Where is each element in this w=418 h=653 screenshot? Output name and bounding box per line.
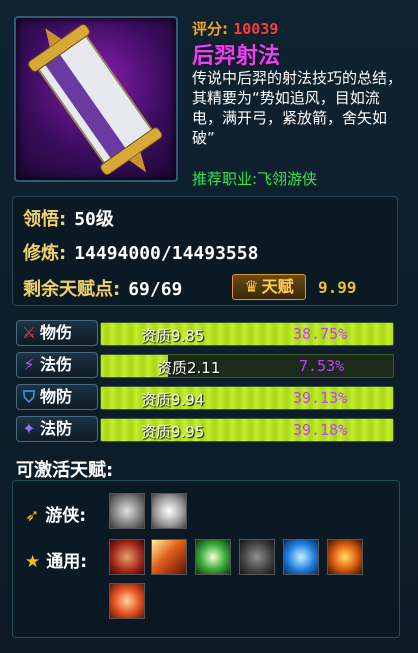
talent-skill-general-1-icon[interactable] (109, 539, 145, 575)
crown-icon: ♛ (244, 277, 259, 296)
attribute-quality: 资质9.85 (141, 327, 205, 345)
score-value: 10039 (233, 20, 279, 38)
cultivation-label: 修炼: (23, 243, 67, 264)
attribute-label: ⚔ 物伤 (16, 320, 98, 346)
talent-score: 9.99 (318, 278, 357, 297)
skill-icon-frame (14, 16, 178, 182)
comprehension-value: 50级 (74, 209, 114, 230)
talent-skill-general-2-icon[interactable] (151, 539, 187, 575)
attribute-percent: 39.13% (293, 389, 348, 407)
magic-shield-icon: ✦ (22, 419, 36, 438)
attribute-bar: 资质9.94 39.13% (100, 386, 394, 410)
star-icon: ★ (25, 552, 41, 572)
score-label: 评分: (192, 20, 228, 38)
attribute-percent: 39.18% (293, 421, 348, 439)
activatable-talents-box: ➶ 游侠: ★ 通用: (12, 480, 400, 638)
shield-icon: ⛉ (22, 387, 35, 406)
magic-wand-icon: ⚡ (23, 355, 35, 374)
talent-button-label: 天赋 (261, 277, 294, 296)
comprehension-row: 领悟: 50级 (23, 205, 114, 231)
talent-skill-general-3-icon[interactable] (195, 539, 231, 575)
talent-skill-general-7-icon[interactable] (109, 583, 145, 619)
attribute-percent: 38.75% (293, 325, 348, 343)
skill-description: 传说中后羿的射法技巧的总结，其精要为“势如追风，目如流电，满开弓，紧放箭，舍矢如… (192, 69, 403, 147)
talent-button[interactable]: ♛ 天赋 (232, 274, 306, 300)
attribute-row-physical-attack: ⚔ 物伤 资质9.85 38.75% (12, 320, 396, 346)
talent-skill-general-6-icon[interactable] (327, 539, 363, 575)
item-score: 评分: 10039 (192, 18, 278, 39)
general-category: ★ 通用: (25, 552, 88, 572)
attribute-label: ⚡ 法伤 (16, 352, 98, 378)
scroll-icon (28, 24, 163, 176)
talent-points-row: 剩余天赋点: 69/69 (23, 275, 182, 301)
attribute-quality: 资质9.94 (141, 391, 205, 409)
recommended-class: 推荐职业:飞翎游侠 (192, 170, 318, 188)
attribute-label: ⛉ 物防 (16, 384, 98, 410)
attribute-percent: 7.53% (299, 357, 345, 375)
attribute-row-physical-defense: ⛉ 物防 资质9.94 39.13% (12, 384, 396, 410)
attribute-bar: 资质9.85 38.75% (100, 322, 394, 346)
attribute-bar: 资质2.11 7.53% (100, 354, 394, 378)
attribute-row-magic-defense: ✦ 法防 资质9.95 39.18% (12, 416, 396, 442)
talent-skill-general-4-icon[interactable] (239, 539, 275, 575)
bow-icon: ➶ (25, 506, 40, 526)
talent-points-label: 剩余天赋点: (23, 279, 121, 300)
comprehension-label: 领悟: (23, 209, 67, 230)
talent-points-value: 69/69 (128, 279, 183, 300)
talent-skill-ranger-2-icon[interactable] (151, 493, 187, 529)
attribute-bar: 资质9.95 39.18% (100, 418, 394, 442)
cultivation-row: 修炼: 14494000/14493558 (23, 239, 258, 265)
talent-skill-general-5-icon[interactable] (283, 539, 319, 575)
attribute-label: ✦ 法防 (16, 416, 98, 442)
talent-skill-ranger-1-icon[interactable] (109, 493, 145, 529)
attribute-row-magic-attack: ⚡ 法伤 资质2.11 7.53% (12, 352, 396, 378)
sword-icon: ⚔ (21, 323, 37, 342)
attribute-quality: 资质2.11 (157, 359, 221, 377)
attribute-quality: 资质9.95 (141, 423, 205, 441)
skill-name: 后羿射法 (192, 44, 281, 69)
cultivation-value: 14494000/14493558 (74, 243, 259, 264)
ranger-category: ➶ 游侠: (25, 506, 87, 526)
skill-tooltip-panel: 评分: 10039 后羿射法 传说中后羿的射法技巧的总结，其精要为“势如追风，目… (0, 0, 418, 653)
activatable-talents-title: 可激活天赋: (16, 460, 114, 481)
